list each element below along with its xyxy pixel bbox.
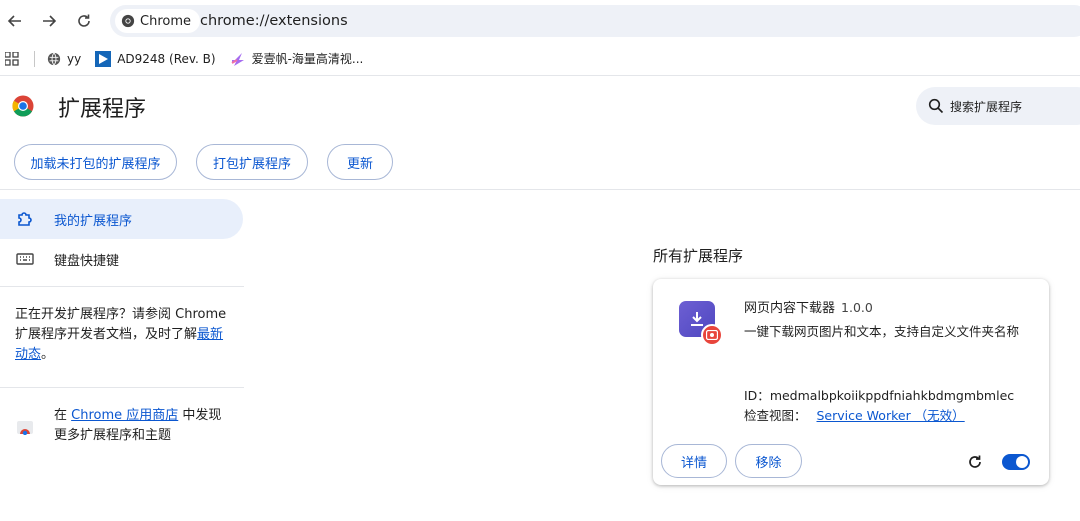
apps-grid-icon[interactable] [4, 51, 20, 67]
search-icon [928, 98, 944, 114]
search-placeholder: 搜索扩展程序 [950, 99, 1023, 114]
web-store-link[interactable]: Chrome 应用商店 [71, 408, 178, 423]
chrome-icon [121, 14, 135, 28]
back-arrow-icon[interactable] [4, 10, 26, 32]
sidebar-item-my-extensions[interactable]: 我的扩展程序 [0, 199, 243, 239]
dev-toolbar: 加载未打包的扩展程序 打包扩展程序 更新 [0, 137, 1080, 190]
bookmarks-bar: yy AD9248 (Rev. B) 爱壹帆-海量高清视... [0, 42, 1080, 76]
web-store-text: 在 Chrome 应用商店 中发现更多扩展程序和主题 [54, 408, 222, 443]
iyf-logo-icon [231, 52, 244, 66]
extensions-header: 扩展程序 搜索扩展程序 [0, 77, 1080, 137]
bookmark-iyf[interactable]: 爱壹帆-海量高清视... [230, 50, 363, 67]
extension-name: 网页内容下载器 1.0.0 [744, 300, 873, 316]
reload-extension-icon[interactable] [966, 453, 984, 471]
load-unpacked-button[interactable]: 加载未打包的扩展程序 [14, 144, 177, 180]
web-store-icon [17, 421, 33, 435]
bookmark-ad9248[interactable]: AD9248 (Rev. B) [95, 50, 216, 67]
extension-card: 网页内容下载器 1.0.0 一键下载网页图片和文本，支持自定义文件夹名称 ID：m… [653, 279, 1049, 485]
puzzle-icon [16, 210, 34, 228]
reload-icon[interactable] [73, 10, 95, 32]
page-title: 扩展程序 [58, 97, 147, 122]
extension-version: 1.0.0 [841, 300, 873, 315]
details-button[interactable]: 详情 [661, 444, 727, 478]
extension-description: 一键下载网页图片和文本，支持自定义文件夹名称 [744, 324, 1020, 339]
bookmark-yy[interactable]: yy [47, 52, 81, 66]
sidebar-item-label: 键盘快捷键 [54, 253, 120, 269]
service-worker-link[interactable]: Service Worker （无效） [817, 408, 965, 423]
update-button[interactable]: 更新 [327, 144, 393, 180]
search-extensions-input[interactable]: 搜索扩展程序 [916, 87, 1080, 125]
extension-id: ID：medmalbpkoiikppdfniahkbdmgmbmlec [744, 388, 1015, 403]
site-chip[interactable]: Chrome [115, 9, 200, 33]
pack-extension-button[interactable]: 打包扩展程序 [196, 144, 308, 180]
developer-info-text: 正在开发扩展程序？请参阅 Chrome 扩展程序开发者文档，及时了解最新动态。 [15, 307, 227, 362]
url-text[interactable]: chrome://extensions [200, 5, 348, 37]
analog-devices-icon [95, 50, 112, 67]
chrome-logo-icon [12, 95, 34, 117]
globe-icon [47, 52, 61, 65]
omnibox[interactable]: Chrome chrome://extensions [110, 5, 1080, 37]
record-badge-icon [701, 324, 723, 346]
section-title: 所有扩展程序 [653, 247, 744, 265]
remove-button[interactable]: 移除 [735, 444, 802, 478]
bookmarks-separator [34, 50, 35, 67]
sidebar-divider [0, 286, 244, 287]
forward-arrow-icon[interactable] [38, 10, 60, 32]
address-bar-row: Chrome chrome://extensions [0, 0, 1080, 42]
inspect-views: 检查视图： Service Worker （无效） [744, 408, 965, 423]
sidebar-divider [0, 387, 244, 388]
sidebar-item-label: 我的扩展程序 [54, 213, 133, 229]
sidebar-item-keyboard-shortcuts[interactable]: 键盘快捷键 [0, 239, 243, 279]
chip-label: Chrome [140, 13, 191, 29]
enable-toggle[interactable] [1002, 454, 1030, 470]
toggle-knob [1016, 456, 1028, 468]
keyboard-icon [16, 250, 34, 268]
